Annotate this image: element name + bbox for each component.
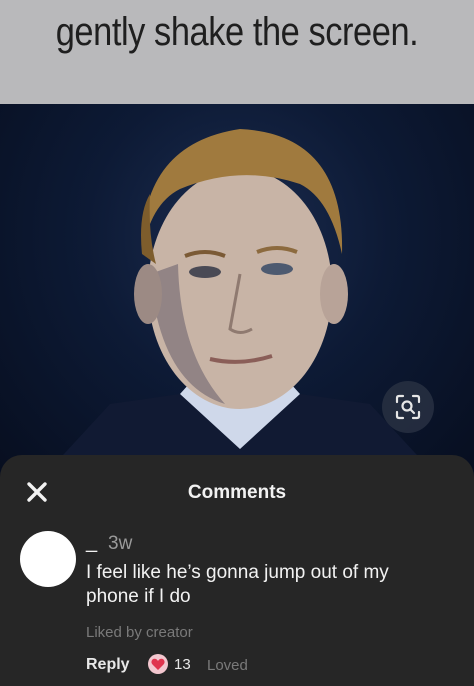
- visual-search-icon: [395, 394, 421, 420]
- heart-badge: [148, 654, 168, 674]
- comments-title: Comments: [187, 482, 287, 503]
- avatar[interactable]: [20, 531, 76, 587]
- reply-button[interactable]: Reply: [86, 656, 130, 674]
- comment-text: I feel like he’s gonna jump out of my ph…: [86, 562, 389, 607]
- comment-timestamp: 3w: [108, 533, 133, 554]
- meme-caption: gently shake the screen.: [55, 10, 419, 54]
- meme-caption-band: gently shake the screen.: [0, 0, 474, 104]
- reaction-count: 13: [174, 655, 191, 673]
- comments-sheet: Comments _ 3w I feel like he’s gonna jum…: [0, 455, 474, 686]
- meme-image: gently shake the screen.: [0, 0, 474, 480]
- heart-icon: [151, 658, 165, 670]
- liked-by-creator-label: Liked by creator: [86, 624, 193, 641]
- reaction-summary[interactable]: 13: [148, 654, 191, 674]
- comment-username[interactable]: _: [86, 531, 97, 554]
- loved-label: Loved: [207, 657, 248, 674]
- visual-search-button[interactable]: [382, 381, 434, 433]
